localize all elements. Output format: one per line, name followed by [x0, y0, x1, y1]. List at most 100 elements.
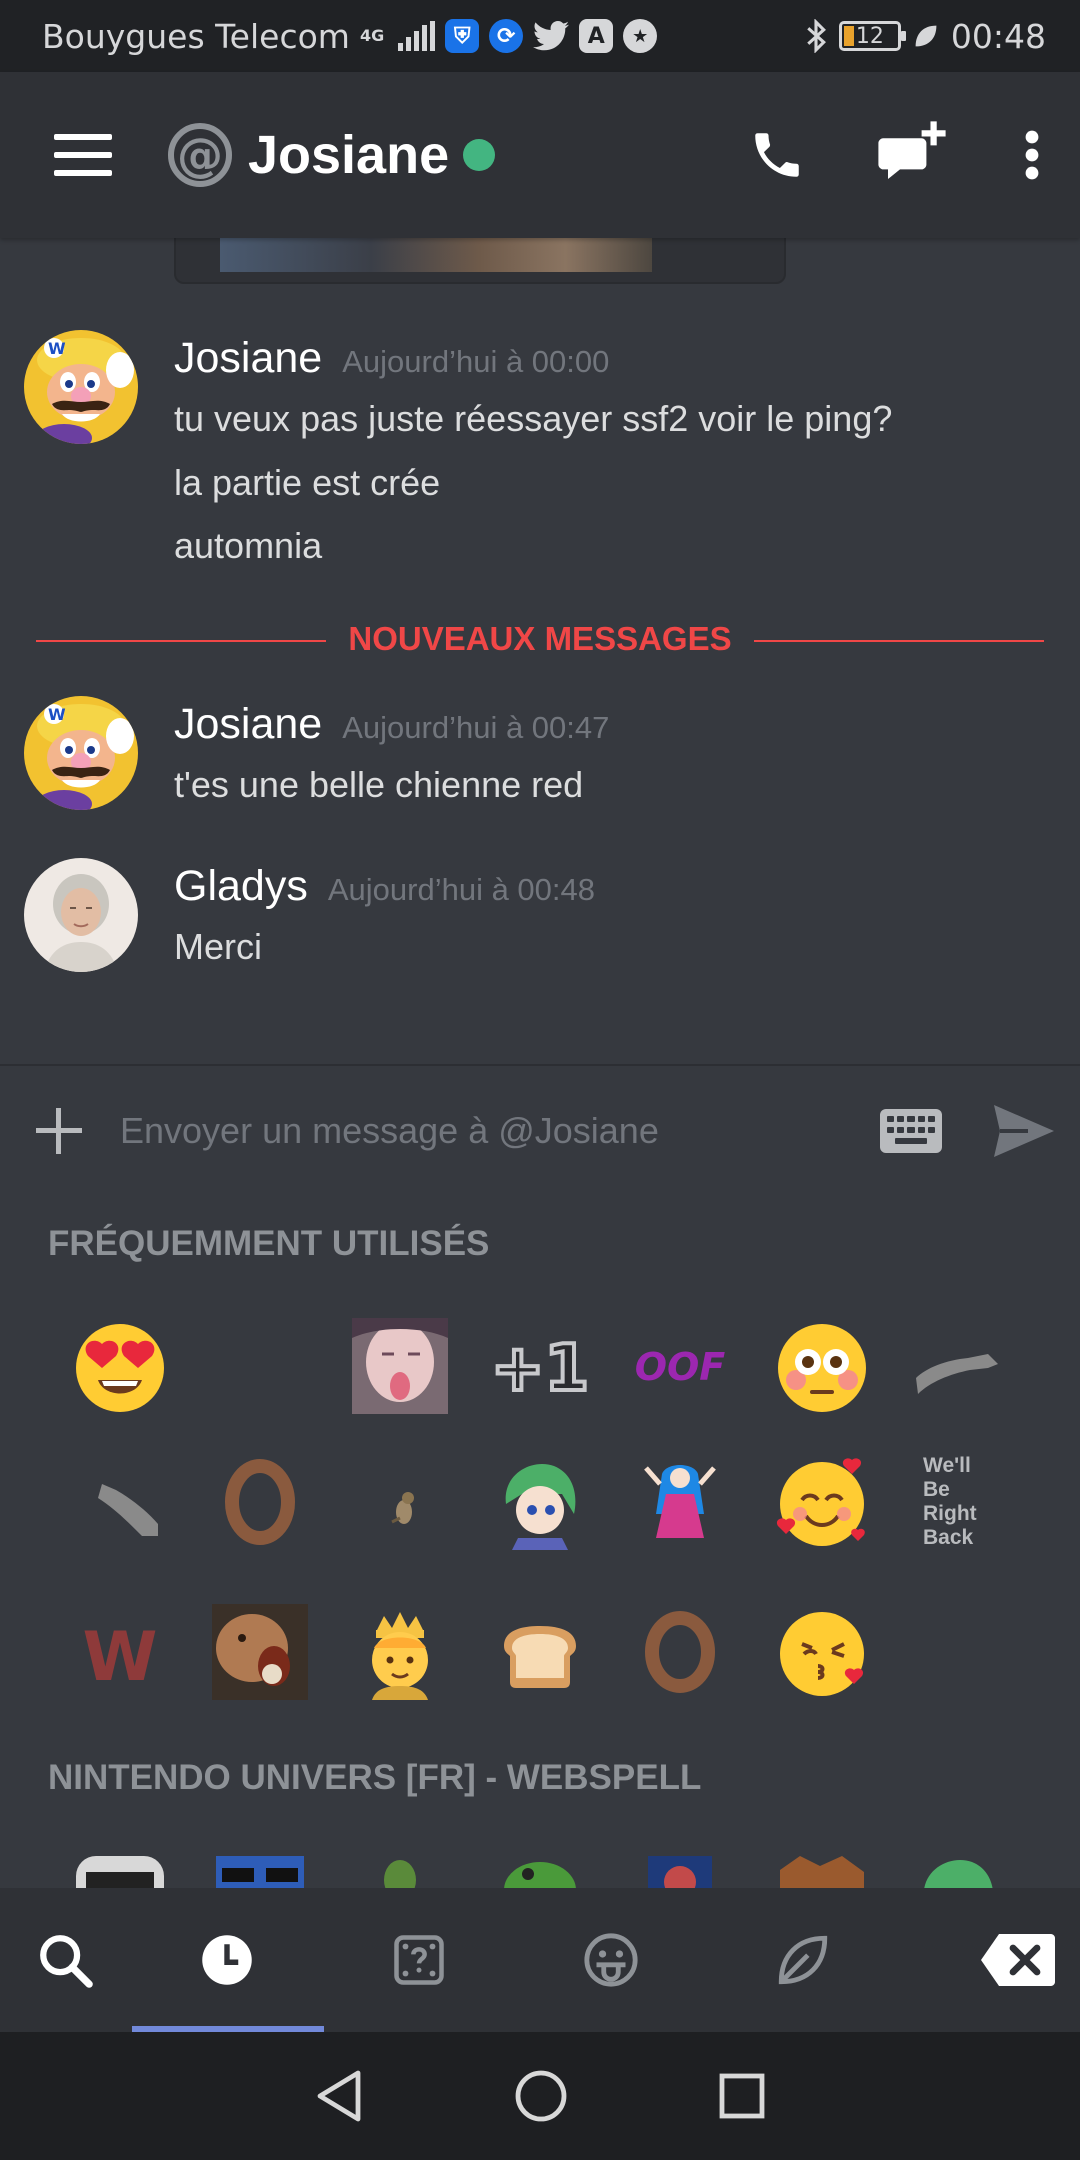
brb-text: We'll Be Right Back: [923, 1454, 977, 1549]
oof-emoji[interactable]: OOF: [630, 1316, 730, 1416]
keyboard-toggle-icon[interactable]: [880, 1109, 942, 1153]
tab-random[interactable]: [364, 1910, 474, 2010]
author-name[interactable]: Josiane: [174, 334, 322, 383]
arm-right-emoji[interactable]: [70, 1452, 170, 1552]
prince-emoji[interactable]: [350, 1602, 450, 1702]
server-emoji-character[interactable]: [630, 1848, 730, 1888]
tongue-face-icon: [584, 1933, 638, 1987]
add-attachment-icon[interactable]: [36, 1108, 82, 1154]
recents-square-icon: [719, 2073, 765, 2119]
message-header: Josiane Aujourd’hui à 00:47: [174, 700, 609, 749]
home-button[interactable]: [514, 2069, 568, 2123]
send-icon: [994, 1105, 1054, 1157]
arm-left-emoji[interactable]: [908, 1316, 1008, 1416]
tab-nature[interactable]: [748, 1910, 858, 2010]
channel-title: Josiane: [248, 125, 450, 185]
more-options-button[interactable]: [1024, 129, 1040, 181]
new-messages-label: NOUVEAUX MESSAGES: [348, 620, 732, 657]
donut-ring-emoji[interactable]: [630, 1602, 730, 1702]
tiny-bird-emoji[interactable]: [350, 1452, 450, 1552]
donut-ring-emoji[interactable]: [210, 1452, 310, 1552]
network-type: 4G: [359, 26, 385, 45]
flushed-emoji[interactable]: [772, 1316, 872, 1416]
signal-icon: [398, 21, 436, 51]
plus-one-text: +1: [492, 1332, 588, 1406]
w-text: W: [82, 1618, 157, 1697]
message-header: Gladys Aujourd’hui à 00:48: [174, 862, 595, 911]
menu-icon[interactable]: [54, 134, 112, 176]
embed-image-preview[interactable]: [220, 238, 652, 272]
server-emoji-beast[interactable]: [772, 1848, 872, 1888]
message-text[interactable]: la partie est crée: [174, 462, 440, 504]
message-timestamp: Aujourd’hui à 00:47: [342, 710, 610, 745]
backspace-button[interactable]: [962, 1910, 1072, 2010]
shield-app-icon: ⛨: [445, 19, 480, 53]
at-icon: @: [168, 123, 232, 187]
message-list[interactable]: W Josiane Aujourd’hui à 00:00 tu veux pa…: [0, 238, 1080, 1064]
image-embed[interactable]: [174, 238, 786, 284]
kissing-heart-emoji[interactable]: [772, 1602, 872, 1702]
svg-text:W: W: [48, 705, 66, 724]
tab-people[interactable]: [556, 1910, 666, 2010]
server-emoji-anime[interactable]: [908, 1848, 1008, 1888]
emoji-picker: FRÉQUEMMENT UTILISÉS +1 OOF We'll Be Rig…: [0, 1196, 1080, 1888]
battery-icon: 12: [838, 21, 906, 51]
home-circle-icon: [515, 2070, 567, 2122]
server-emoji-frog[interactable]: [490, 1848, 590, 1888]
back-button[interactable]: [314, 2069, 364, 2123]
phone-icon: [755, 133, 799, 177]
message-text[interactable]: t'es une belle chienne red: [174, 764, 583, 806]
tab-search[interactable]: [10, 1910, 120, 2010]
send-button[interactable]: [992, 1103, 1056, 1159]
leaf-status-icon: [913, 23, 939, 49]
message-text[interactable]: tu veux pas juste réessayer ssf2 voir le…: [174, 398, 892, 440]
smiling-hearts-emoji[interactable]: [772, 1452, 872, 1552]
message-input-bar: [0, 1064, 1080, 1196]
avatar-josiane[interactable]: W: [24, 330, 138, 444]
anime-green-hair-emoji[interactable]: [490, 1452, 590, 1552]
plus-one-emoji[interactable]: +1: [490, 1316, 590, 1416]
ahegao-emoji[interactable]: [350, 1316, 450, 1416]
twitter-icon: [533, 21, 570, 51]
author-name[interactable]: Josiane: [174, 700, 322, 749]
oof-text: OOF: [635, 1345, 726, 1389]
status-bar: Bouygues Telecom 4G ⛨ ⟳ A ★ 12 00:48: [0, 0, 1080, 72]
kebab-menu-icon: [1025, 130, 1039, 180]
w-letter-emoji[interactable]: W: [70, 1602, 170, 1702]
battery-level: 12: [855, 23, 884, 49]
message-text[interactable]: automnia: [174, 525, 322, 567]
sync-app-icon: ⟳: [489, 19, 524, 53]
message-timestamp: Aujourd’hui à 00:48: [327, 872, 595, 907]
svg-text:W: W: [48, 339, 66, 358]
message-text[interactable]: Merci: [174, 926, 262, 968]
section-title-server: NINTENDO UNIVERS [FR] - WEBSPELL: [48, 1758, 702, 1797]
server-emoji-shades[interactable]: [210, 1848, 310, 1888]
bread-emoji[interactable]: [490, 1602, 590, 1702]
search-icon: [40, 1935, 93, 1988]
avatar-gladys[interactable]: [24, 858, 138, 972]
leaf-icon: [778, 1935, 828, 1985]
message-header: Josiane Aujourd’hui à 00:00: [174, 334, 609, 383]
bluetooth-icon: [805, 19, 827, 53]
avatar-josiane[interactable]: W: [24, 696, 138, 810]
call-button[interactable]: [748, 126, 806, 184]
recents-button[interactable]: [718, 2072, 766, 2120]
server-emoji-bean[interactable]: [350, 1848, 450, 1888]
anime-dancer-emoji[interactable]: [630, 1452, 730, 1552]
new-group-dm-button[interactable]: [876, 119, 948, 191]
backspace-icon: [981, 1934, 1055, 1986]
clock-icon: [202, 1935, 252, 1985]
message-input[interactable]: [120, 1110, 880, 1152]
system-nav-bar: [0, 2032, 1080, 2160]
section-title-frequent: FRÉQUEMMENT UTILISÉS: [48, 1224, 490, 1263]
brb-emoji[interactable]: We'll Be Right Back: [908, 1452, 1008, 1552]
author-name[interactable]: Gladys: [174, 862, 308, 911]
back-triangle-icon: [317, 2070, 361, 2122]
screaming-meme-emoji[interactable]: [210, 1602, 310, 1702]
dice-question-icon: [394, 1935, 444, 1985]
heart-eyes-emoji[interactable]: [70, 1316, 170, 1416]
emoji-category-tabs: [0, 1888, 1080, 2032]
tab-recent[interactable]: [172, 1910, 282, 2010]
message-timestamp: Aujourd’hui à 00:00: [342, 344, 610, 379]
server-emoji-helmet[interactable]: [70, 1848, 170, 1888]
